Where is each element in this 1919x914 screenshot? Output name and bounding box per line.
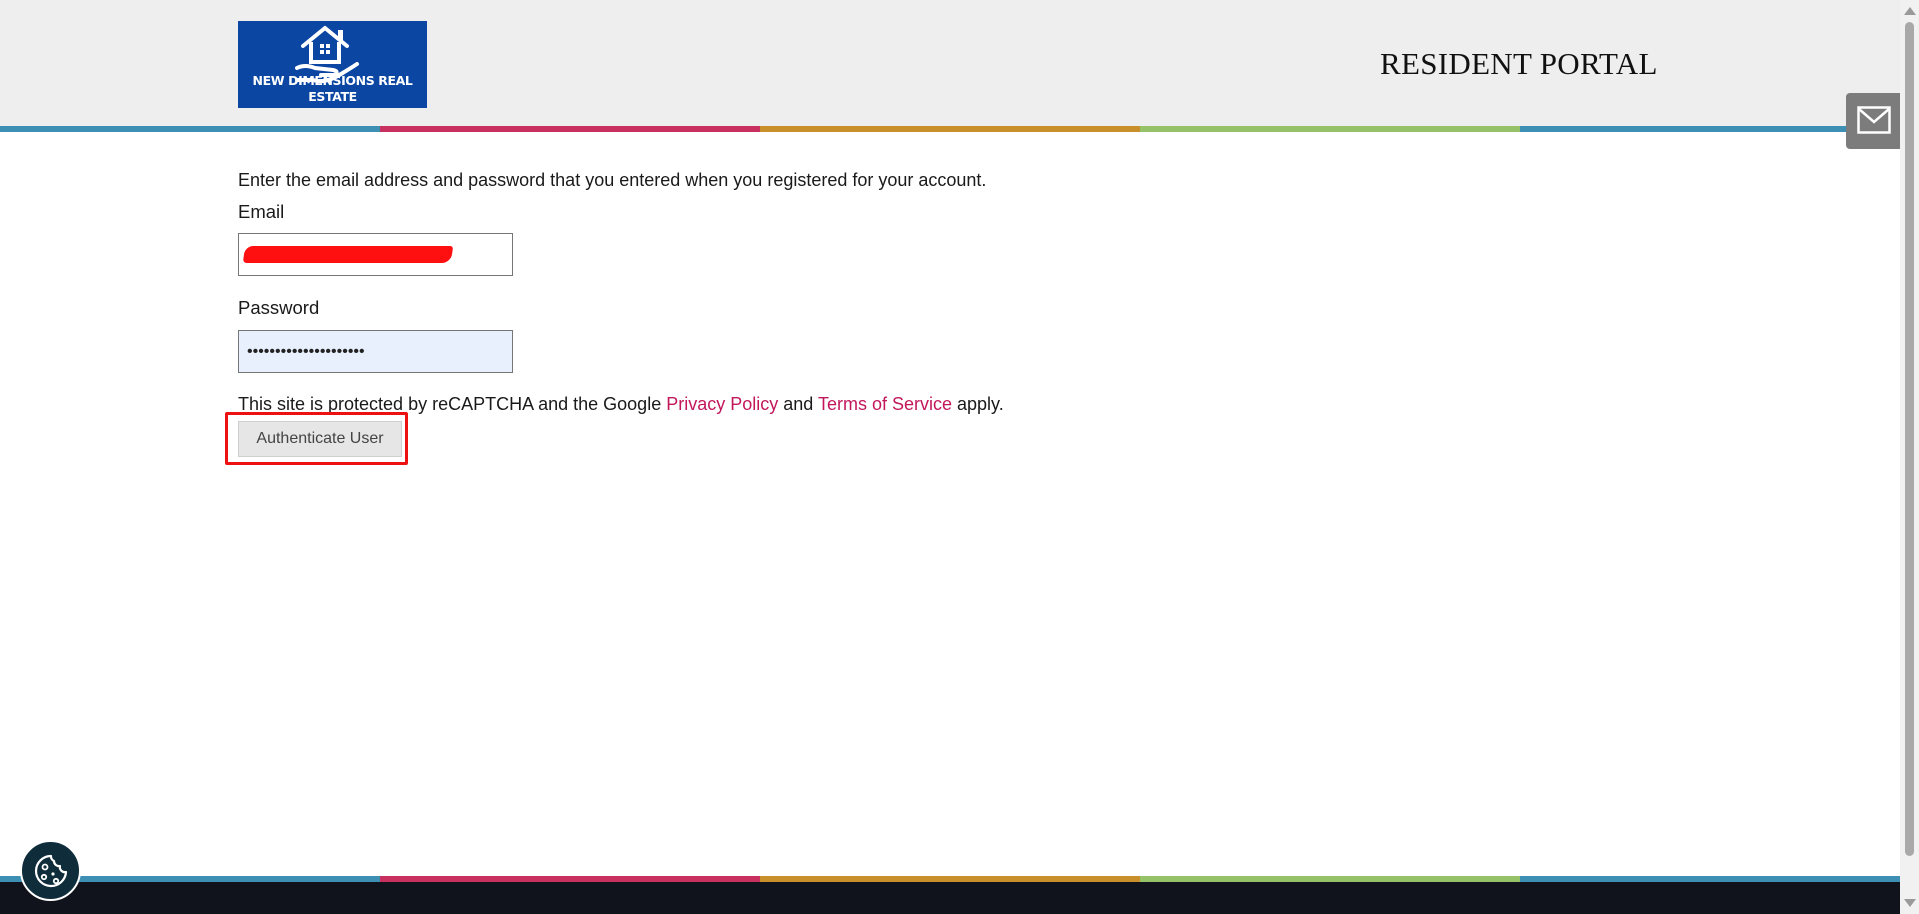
contact-mail-tab[interactable] xyxy=(1846,93,1900,149)
stripe-segment xyxy=(1520,126,1900,132)
site-footer xyxy=(0,882,1900,914)
recaptcha-suffix: apply. xyxy=(952,394,1004,414)
recaptcha-middle: and xyxy=(778,394,818,414)
scrollbar-thumb[interactable] xyxy=(1905,22,1914,856)
company-logo[interactable]: NEW DIMENSIONS REAL ESTATE xyxy=(238,21,427,108)
privacy-policy-link[interactable]: Privacy Policy xyxy=(666,394,778,414)
stripe-segment xyxy=(1140,126,1520,132)
password-label: Password xyxy=(238,297,320,318)
envelope-icon xyxy=(1857,106,1891,134)
recaptcha-prefix: This site is protected by reCAPTCHA and … xyxy=(238,394,667,414)
scroll-up-arrow-icon[interactable] xyxy=(1904,7,1916,15)
redaction-mark xyxy=(242,246,454,263)
vertical-scrollbar[interactable] xyxy=(1900,0,1919,914)
scroll-down-arrow-icon[interactable] xyxy=(1904,899,1916,907)
login-instructions: Enter the email address and password tha… xyxy=(238,170,987,190)
authenticate-user-button[interactable]: Authenticate User xyxy=(238,421,402,457)
page-title: RESIDENT PORTAL xyxy=(1380,46,1658,81)
logo-text: NEW DIMENSIONS REAL ESTATE xyxy=(252,73,413,104)
terms-of-service-link[interactable]: Terms of Service xyxy=(818,394,952,414)
site-header: NEW DIMENSIONS REAL ESTATE RESIDENT PORT… xyxy=(0,0,1900,126)
stripe-segment xyxy=(0,126,380,132)
color-stripe-top xyxy=(0,126,1900,132)
stripe-segment xyxy=(380,126,760,132)
cookie-settings-button[interactable] xyxy=(20,840,81,901)
email-label: Email xyxy=(238,201,285,222)
stripe-segment xyxy=(760,126,1140,132)
cookie-icon xyxy=(34,854,68,888)
password-field[interactable] xyxy=(238,330,513,373)
